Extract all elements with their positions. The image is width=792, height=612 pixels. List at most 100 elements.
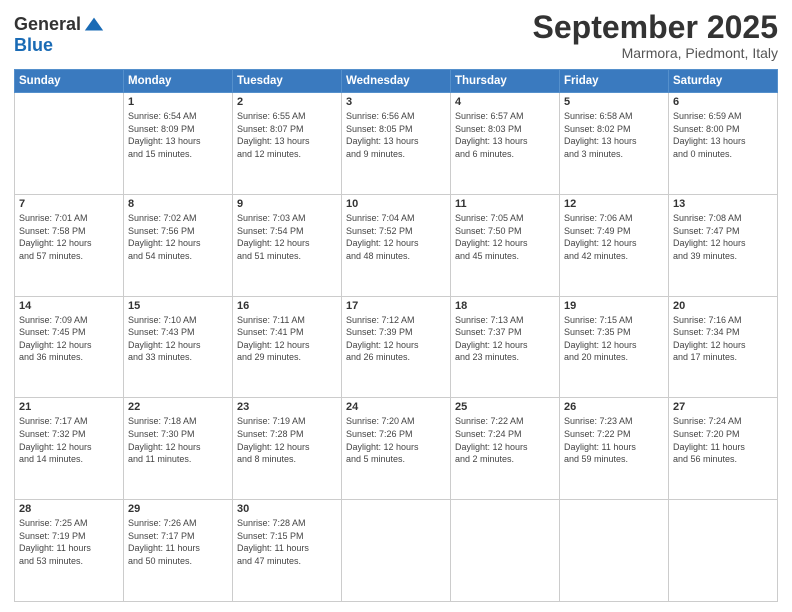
logo-blue: Blue xyxy=(14,36,105,56)
cell-text: Sunrise: 7:11 AMSunset: 7:41 PMDaylight:… xyxy=(237,314,337,364)
table-row: 6 Sunrise: 6:59 AMSunset: 8:00 PMDaylight… xyxy=(669,93,778,195)
header-wednesday: Wednesday xyxy=(342,70,451,93)
table-row xyxy=(342,500,451,602)
day-number: 29 xyxy=(128,503,228,515)
calendar-week-row: 21 Sunrise: 7:17 AMSunset: 7:32 PMDayligh… xyxy=(15,398,778,500)
table-row: 5 Sunrise: 6:58 AMSunset: 8:02 PMDaylight… xyxy=(560,93,669,195)
day-number: 23 xyxy=(237,401,337,413)
table-row: 4Sunrise: 6:57 AMSunset: 8:03 PMDaylight… xyxy=(451,93,560,195)
cell-text: Sunrise: 7:16 AMSunset: 7:34 PMDaylight:… xyxy=(673,314,773,364)
cell-text: Sunrise: 7:04 AMSunset: 7:52 PMDaylight:… xyxy=(346,212,446,262)
day-number: 6 xyxy=(673,96,773,108)
calendar-week-row: 14 Sunrise: 7:09 AMSunset: 7:45 PMDayligh… xyxy=(15,296,778,398)
logo-icon xyxy=(83,14,105,36)
table-row: 14 Sunrise: 7:09 AMSunset: 7:45 PMDayligh… xyxy=(15,296,124,398)
day-number: 22 xyxy=(128,401,228,413)
table-row: 1 Sunrise: 6:54 AMSunset: 8:09 PMDaylight… xyxy=(124,93,233,195)
table-row: 15Sunrise: 7:10 AMSunset: 7:43 PMDayligh… xyxy=(124,296,233,398)
calendar-week-row: 1 Sunrise: 6:54 AMSunset: 8:09 PMDaylight… xyxy=(15,93,778,195)
day-number: 13 xyxy=(673,198,773,210)
weekday-header-row: Sunday Monday Tuesday Wednesday Thursday… xyxy=(15,70,778,93)
table-row: 2Sunrise: 6:55 AMSunset: 8:07 PMDaylight… xyxy=(233,93,342,195)
day-number: 16 xyxy=(237,300,337,312)
day-number: 28 xyxy=(19,503,119,515)
calendar-week-row: 7 Sunrise: 7:01 AMSunset: 7:58 PMDaylight… xyxy=(15,194,778,296)
day-number: 7 xyxy=(19,198,119,210)
table-row: 17Sunrise: 7:12 AMSunset: 7:39 PMDayligh… xyxy=(342,296,451,398)
table-row: 19 Sunrise: 7:15 AMSunset: 7:35 PMDayligh… xyxy=(560,296,669,398)
day-number: 21 xyxy=(19,401,119,413)
day-number: 1 xyxy=(128,96,228,108)
cell-text: Sunrise: 7:08 AMSunset: 7:47 PMDaylight:… xyxy=(673,212,773,262)
cell-text: Sunrise: 7:05 AMSunset: 7:50 PMDaylight:… xyxy=(455,212,555,262)
cell-text: Sunrise: 6:56 AMSunset: 8:05 PMDaylight:… xyxy=(346,110,446,160)
cell-text: Sunrise: 7:17 AMSunset: 7:32 PMDaylight:… xyxy=(19,415,119,465)
day-number: 5 xyxy=(564,96,664,108)
cell-text: Sunrise: 7:26 AMSunset: 7:17 PMDaylight:… xyxy=(128,517,228,567)
day-number: 30 xyxy=(237,503,337,515)
header-friday: Friday xyxy=(560,70,669,93)
table-row: 30 Sunrise: 7:28 AMSunset: 7:15 PMDayligh… xyxy=(233,500,342,602)
title-block: September 2025 Marmora, Piedmont, Italy xyxy=(533,10,778,61)
calendar-week-row: 28Sunrise: 7:25 AMSunset: 7:19 PMDayligh… xyxy=(15,500,778,602)
table-row: 24Sunrise: 7:20 AMSunset: 7:26 PMDayligh… xyxy=(342,398,451,500)
table-row: 13 Sunrise: 7:08 AMSunset: 7:47 PMDayligh… xyxy=(669,194,778,296)
cell-text: Sunrise: 7:19 AMSunset: 7:28 PMDaylight:… xyxy=(237,415,337,465)
page: General Blue September 2025 Marmora, Pie… xyxy=(0,0,792,612)
logo: General Blue xyxy=(14,14,105,56)
cell-text: Sunrise: 6:55 AMSunset: 8:07 PMDaylight:… xyxy=(237,110,337,160)
logo-general: General xyxy=(14,15,81,35)
table-row xyxy=(669,500,778,602)
table-row: 12 Sunrise: 7:06 AMSunset: 7:49 PMDayligh… xyxy=(560,194,669,296)
day-number: 24 xyxy=(346,401,446,413)
table-row: 25 Sunrise: 7:22 AMSunset: 7:24 PMDayligh… xyxy=(451,398,560,500)
cell-text: Sunrise: 7:28 AMSunset: 7:15 PMDaylight:… xyxy=(237,517,337,567)
cell-text: Sunrise: 7:24 AMSunset: 7:20 PMDaylight:… xyxy=(673,415,773,465)
table-row: 7 Sunrise: 7:01 AMSunset: 7:58 PMDaylight… xyxy=(15,194,124,296)
table-row: 8 Sunrise: 7:02 AMSunset: 7:56 PMDaylight… xyxy=(124,194,233,296)
day-number: 18 xyxy=(455,300,555,312)
header-sunday: Sunday xyxy=(15,70,124,93)
cell-text: Sunrise: 6:58 AMSunset: 8:02 PMDaylight:… xyxy=(564,110,664,160)
cell-text: Sunrise: 7:09 AMSunset: 7:45 PMDaylight:… xyxy=(19,314,119,364)
day-number: 15 xyxy=(128,300,228,312)
day-number: 14 xyxy=(19,300,119,312)
cell-text: Sunrise: 7:06 AMSunset: 7:49 PMDaylight:… xyxy=(564,212,664,262)
table-row xyxy=(15,93,124,195)
table-row: 22Sunrise: 7:18 AMSunset: 7:30 PMDayligh… xyxy=(124,398,233,500)
cell-text: Sunrise: 6:54 AMSunset: 8:09 PMDaylight:… xyxy=(128,110,228,160)
cell-text: Sunrise: 7:02 AMSunset: 7:56 PMDaylight:… xyxy=(128,212,228,262)
header-tuesday: Tuesday xyxy=(233,70,342,93)
location-subtitle: Marmora, Piedmont, Italy xyxy=(533,45,778,61)
cell-text: Sunrise: 7:23 AMSunset: 7:22 PMDaylight:… xyxy=(564,415,664,465)
table-row: 11 Sunrise: 7:05 AMSunset: 7:50 PMDayligh… xyxy=(451,194,560,296)
cell-text: Sunrise: 7:15 AMSunset: 7:35 PMDaylight:… xyxy=(564,314,664,364)
cell-text: Sunrise: 6:57 AMSunset: 8:03 PMDaylight:… xyxy=(455,110,555,160)
day-number: 17 xyxy=(346,300,446,312)
header-saturday: Saturday xyxy=(669,70,778,93)
cell-text: Sunrise: 6:59 AMSunset: 8:00 PMDaylight:… xyxy=(673,110,773,160)
cell-text: Sunrise: 7:13 AMSunset: 7:37 PMDaylight:… xyxy=(455,314,555,364)
day-number: 27 xyxy=(673,401,773,413)
day-number: 19 xyxy=(564,300,664,312)
table-row: 29 Sunrise: 7:26 AMSunset: 7:17 PMDayligh… xyxy=(124,500,233,602)
table-row: 9 Sunrise: 7:03 AMSunset: 7:54 PMDaylight… xyxy=(233,194,342,296)
cell-text: Sunrise: 7:03 AMSunset: 7:54 PMDaylight:… xyxy=(237,212,337,262)
header: General Blue September 2025 Marmora, Pie… xyxy=(14,10,778,61)
day-number: 3 xyxy=(346,96,446,108)
table-row: 28Sunrise: 7:25 AMSunset: 7:19 PMDayligh… xyxy=(15,500,124,602)
cell-text: Sunrise: 7:22 AMSunset: 7:24 PMDaylight:… xyxy=(455,415,555,465)
day-number: 25 xyxy=(455,401,555,413)
day-number: 12 xyxy=(564,198,664,210)
table-row: 3 Sunrise: 6:56 AMSunset: 8:05 PMDaylight… xyxy=(342,93,451,195)
table-row: 27 Sunrise: 7:24 AMSunset: 7:20 PMDayligh… xyxy=(669,398,778,500)
header-thursday: Thursday xyxy=(451,70,560,93)
day-number: 8 xyxy=(128,198,228,210)
table-row xyxy=(560,500,669,602)
cell-text: Sunrise: 7:01 AMSunset: 7:58 PMDaylight:… xyxy=(19,212,119,262)
calendar-table: Sunday Monday Tuesday Wednesday Thursday… xyxy=(14,69,778,602)
day-number: 11 xyxy=(455,198,555,210)
table-row: 18 Sunrise: 7:13 AMSunset: 7:37 PMDayligh… xyxy=(451,296,560,398)
day-number: 9 xyxy=(237,198,337,210)
table-row: 20Sunrise: 7:16 AMSunset: 7:34 PMDayligh… xyxy=(669,296,778,398)
